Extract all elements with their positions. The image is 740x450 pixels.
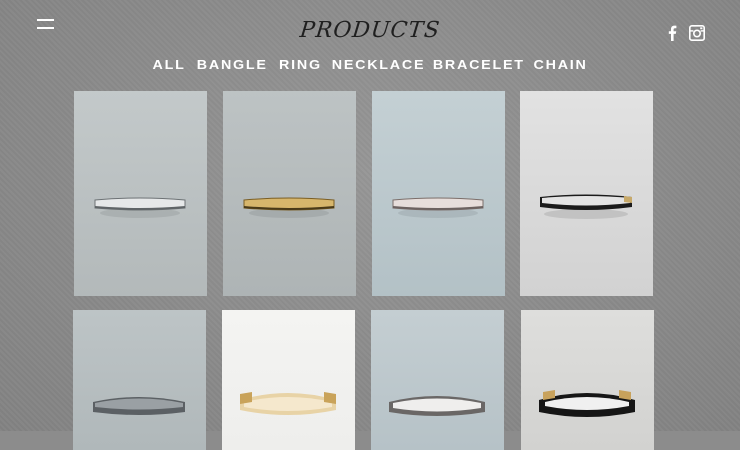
bangle-black-silver-image [540,194,632,219]
facebook-icon[interactable] [666,25,678,41]
product-card[interactable] [371,310,504,450]
product-card[interactable] [222,310,355,450]
bangle-rose-silver-image [392,197,484,218]
instagram-icon[interactable] [689,25,705,41]
product-card[interactable] [521,310,654,450]
nav-item-ring[interactable]: RING [270,57,330,72]
nav-item-necklace[interactable]: NECKLACE [323,57,434,72]
bangle-silver-white-image [389,396,485,416]
product-card[interactable] [74,91,207,296]
nav-item-bangle[interactable]: BANGLE [188,57,277,72]
bangle-dark-silver-image [93,397,185,415]
product-card[interactable] [372,91,505,296]
bangle-gold-cream-image [240,392,336,415]
product-card[interactable] [73,310,206,450]
bangle-black-gold-image [539,390,635,417]
page-title: PRODUCTS [298,18,442,43]
nav-item-bracelet[interactable]: BRACELET [424,57,534,72]
bangle-gold-image [243,197,335,218]
social-links [666,25,705,41]
nav-item-chain[interactable]: CHAIN [525,57,597,72]
category-nav: ALL BANGLE RING NECKLACE BRACELET CHAIN [0,57,740,72]
bangle-silver-image [94,197,186,218]
product-card[interactable] [223,91,356,296]
product-card[interactable] [520,91,653,296]
